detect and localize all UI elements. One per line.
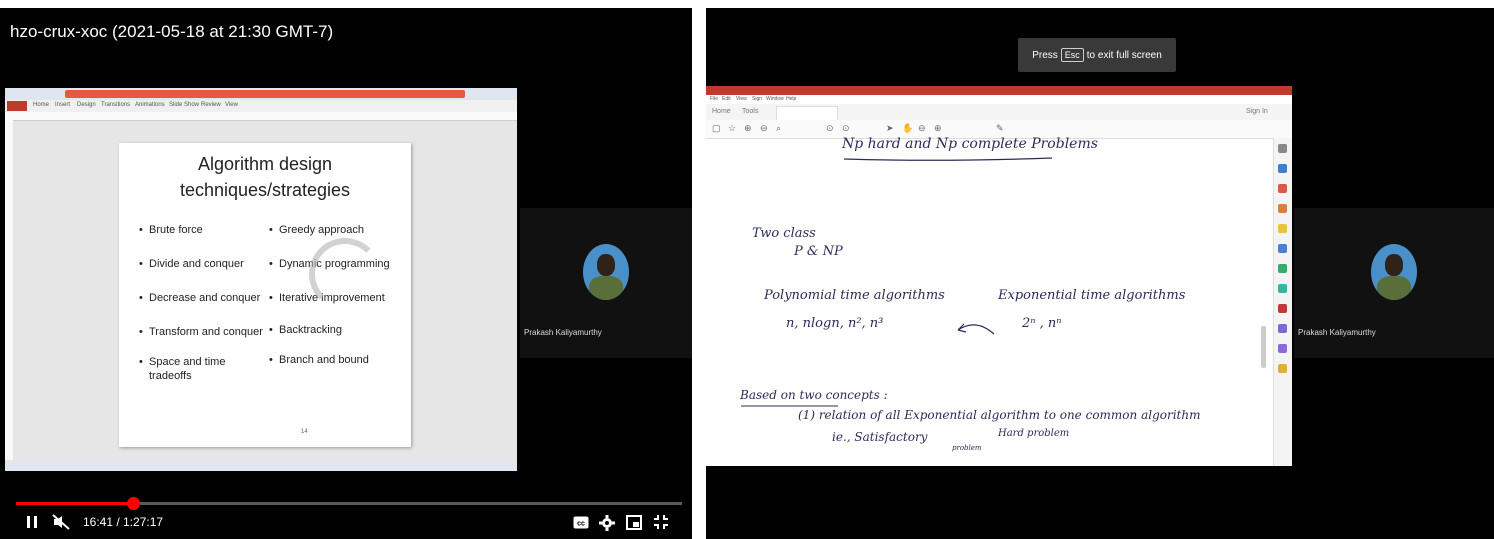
document-tab[interactable]	[776, 106, 838, 121]
acrobat-tabs: Home Tools Sign In	[706, 104, 1292, 121]
participant-tile[interactable]: Prakash Kaliyamurthy	[1294, 208, 1494, 358]
create-pdf-icon[interactable]	[1278, 184, 1287, 193]
zoom-out-icon[interactable]: ⊖	[918, 123, 926, 134]
acrobat-window: File Edit View Sign Window Help Home Tools Si…	[706, 86, 1292, 466]
comment-icon[interactable]	[1278, 224, 1287, 233]
progress-scrubber[interactable]	[126, 497, 140, 510]
tab-tools[interactable]: Tools	[742, 108, 758, 115]
notes-based-on: Based on two concepts :	[740, 388, 888, 402]
scrollbar-thumb[interactable]	[1261, 326, 1266, 368]
acrobat-titlebar	[706, 86, 1292, 95]
bookmark-icon[interactable]: ☆	[728, 123, 736, 134]
progress-bar[interactable]	[16, 497, 682, 510]
slide-title: Algorithm design techniques/strategies	[119, 151, 411, 203]
notes-p-np: P & NP	[794, 244, 843, 259]
upload-icon[interactable]: ⊕	[744, 123, 752, 134]
notes-polynomial-examples: n, nlogn, n², n³	[786, 316, 884, 331]
avatar	[1371, 244, 1417, 300]
bullet-right-5: Branch and bound	[269, 353, 369, 367]
ppt-statusbar	[5, 462, 517, 471]
cursor-icon[interactable]: ➤	[886, 123, 894, 134]
page-down-icon[interactable]: ⊙	[842, 123, 850, 134]
bullet-left-3: Decrease and conquer	[139, 291, 260, 305]
save-icon[interactable]: ▢	[712, 123, 721, 134]
compress-icon[interactable]	[1278, 284, 1287, 293]
captions-icon[interactable]: cc	[573, 516, 589, 534]
notes-exponential-examples: 2ⁿ , nⁿ	[1022, 316, 1062, 331]
video-title: hzo-crux-xoc (2021-05-18 at 21:30 GMT-7)	[10, 22, 334, 41]
more-tools-icon[interactable]	[1278, 364, 1287, 373]
edit-pdf-icon[interactable]	[1278, 204, 1287, 213]
notes-problem: problem	[952, 444, 982, 452]
ppt-titlebar	[5, 88, 517, 100]
zoom-in-icon[interactable]: ⊕	[934, 123, 942, 134]
video-player-left[interactable]: hzo-crux-xoc (2021-05-18 at 21:30 GMT-7)…	[0, 8, 692, 539]
page-up-icon[interactable]: ⊙	[826, 123, 834, 134]
ppt-ruler	[5, 112, 517, 121]
notes-two-class: Two class	[752, 226, 816, 241]
svg-text:cc: cc	[577, 521, 585, 528]
exit-fullscreen-toast: Press Esc to exit full screen	[1018, 38, 1176, 72]
combine-icon[interactable]	[1278, 244, 1287, 253]
export-pdf-icon[interactable]	[1278, 164, 1287, 173]
redact-icon[interactable]	[1278, 304, 1287, 313]
organize-icon[interactable]	[1278, 264, 1287, 273]
zoom-icon[interactable]	[1278, 144, 1287, 153]
notes-hard-problem: Hard problem	[998, 428, 1070, 439]
acrobat-menu: File Edit View Sign Window Help	[706, 95, 1292, 104]
powerpoint-window: Home Insert Design Transitions Animations Sli…	[5, 88, 517, 471]
participant-tile[interactable]: Prakash Kaliyamurthy	[520, 208, 692, 358]
notes-heading: Np hard and Np complete Problems	[842, 136, 1098, 152]
ppt-vertical-ruler	[5, 120, 13, 460]
ppt-ribbon-tabs: Home Insert Design Transitions Animations Sli…	[5, 100, 517, 112]
fill-sign-icon[interactable]	[1278, 344, 1287, 353]
hand-icon[interactable]: ✋	[902, 123, 913, 134]
tab-home[interactable]: Home	[712, 108, 731, 115]
participant-name: Prakash Kaliyamurthy	[1298, 328, 1376, 337]
video-player-right[interactable]: File Edit View Sign Window Help Home Tools Si…	[706, 8, 1494, 539]
progress-fill	[16, 502, 133, 505]
print-icon[interactable]: ⊖	[760, 123, 768, 134]
bullet-right-4: Backtracking	[269, 323, 342, 337]
bullet-left-1: Brute force	[139, 223, 203, 237]
participant-name: Prakash Kaliyamurthy	[524, 328, 602, 337]
playback-time: 16:41 / 1:27:17	[83, 515, 164, 529]
slide: Algorithm design techniques/strategies B…	[119, 143, 411, 447]
search-icon[interactable]: ⌕	[776, 123, 781, 134]
miniplayer-icon[interactable]	[626, 515, 642, 535]
bullet-left-5: Space and time tradeoffs	[139, 355, 249, 383]
loading-spinner-icon	[309, 238, 381, 310]
gear-icon[interactable]	[599, 515, 615, 536]
muted-icon[interactable]	[52, 514, 70, 535]
notes-polynomial: Polynomial time algorithms	[764, 288, 945, 303]
bullet-left-4: Transform and conquer	[139, 325, 263, 339]
slide-title-line1: Algorithm design	[197, 154, 333, 174]
notes-ie: ie., Satisfactory	[832, 430, 928, 444]
protect-icon[interactable]	[1278, 324, 1287, 333]
notes-exponential: Exponential time algorithms	[998, 288, 1186, 303]
tools-icon[interactable]: ✎	[996, 123, 1004, 134]
bullet-left-2: Divide and conquer	[139, 257, 244, 271]
exit-fullscreen-icon[interactable]	[653, 514, 669, 535]
acrobat-right-toolbar	[1273, 138, 1292, 466]
notes-item1: (1) relation of all Exponential algorith…	[798, 408, 1201, 422]
esc-key: Esc	[1060, 48, 1084, 62]
slide-page-number: 14	[301, 429, 308, 435]
slide-title-line2: techniques/strategies	[179, 180, 351, 200]
bullet-right-1: Greedy approach	[269, 223, 364, 237]
pause-icon[interactable]	[26, 515, 38, 534]
toast-prefix: Press	[1032, 49, 1058, 61]
avatar	[583, 244, 629, 300]
sign-in-link[interactable]: Sign In	[1246, 108, 1268, 115]
toast-suffix: to exit full screen	[1086, 49, 1162, 61]
